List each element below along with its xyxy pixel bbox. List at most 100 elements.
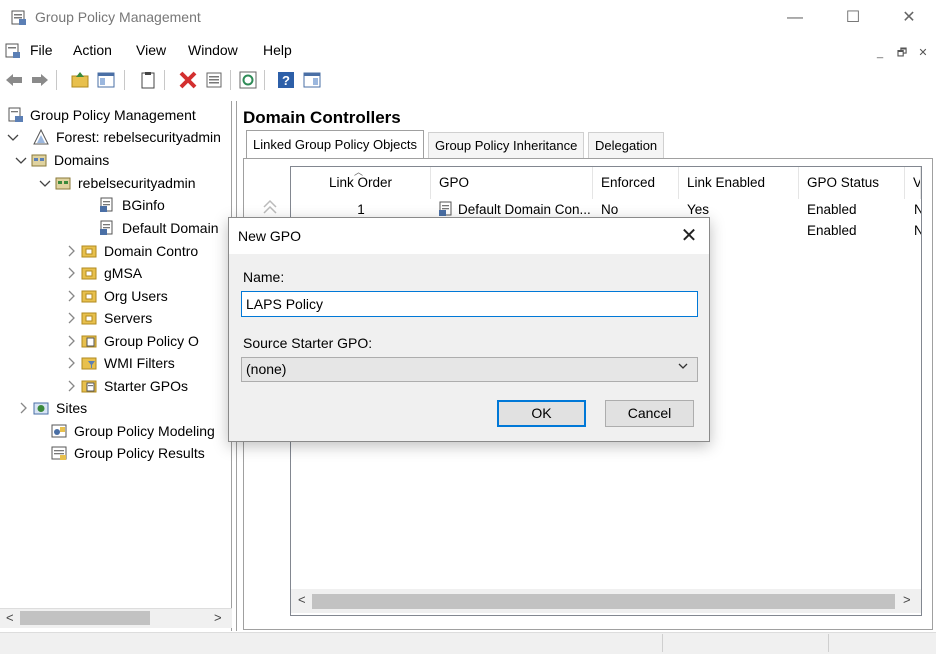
chevron-right-icon[interactable] — [16, 401, 30, 415]
tree-item-domain-contro[interactable]: Domain Contro — [0, 240, 230, 262]
help-icon[interactable]: ? — [276, 70, 296, 90]
svg-text:?: ? — [282, 73, 290, 88]
tree-scroll-right-button[interactable]: > — [214, 610, 222, 625]
tree-item-gmsa[interactable]: gMSA — [0, 262, 230, 284]
menu-help[interactable]: Help — [263, 42, 292, 58]
move-link-up-icon[interactable] — [260, 197, 280, 219]
chevron-right-icon[interactable] — [64, 266, 78, 280]
minimize-button[interactable]: — — [772, 0, 818, 36]
column-header-link-enabled[interactable]: Link Enabled — [679, 167, 799, 199]
chevron-down-icon[interactable] — [14, 153, 28, 167]
back-arrow-icon[interactable] — [4, 70, 24, 90]
list-scroll-thumb[interactable] — [312, 594, 895, 609]
tree-item-label: Group Policy Management — [30, 107, 196, 123]
column-header-gpo[interactable]: GPO — [431, 167, 593, 199]
column-header-wmi-filter[interactable]: V — [905, 167, 921, 199]
status-bar — [0, 632, 936, 654]
sort-ascending-icon: ︿ — [354, 167, 364, 177]
toolbar-separator — [56, 70, 57, 90]
tab-gp-inheritance[interactable]: Group Policy Inheritance — [428, 132, 585, 158]
sites-icon — [33, 402, 49, 415]
forward-arrow-icon[interactable] — [30, 70, 50, 90]
tab-delegation[interactable]: Delegation — [588, 132, 665, 158]
list-scroll-left-button[interactable]: < — [298, 592, 306, 607]
mdi-restore-button[interactable]: 🗗 — [893, 44, 911, 62]
chevron-right-icon[interactable] — [64, 356, 78, 370]
name-label: Name: — [243, 269, 285, 285]
results-icon — [51, 446, 67, 460]
chevron-down-icon[interactable] — [6, 130, 20, 144]
chevron-right-icon[interactable] — [64, 334, 78, 348]
dialog-title: New GPO — [238, 228, 302, 244]
chevron-right-icon[interactable] — [64, 379, 78, 393]
column-header-gpo-status[interactable]: GPO Status — [799, 167, 905, 199]
chevron-down-icon[interactable] — [38, 176, 52, 190]
column-header-enforced[interactable]: Enforced — [593, 167, 679, 199]
gpo-folder-icon — [81, 335, 97, 348]
cell-wmi-filter: N — [914, 223, 921, 238]
tree-item-default-domain[interactable]: Default Domain — [0, 217, 230, 239]
source-starter-gpo-select[interactable]: (none) — [241, 357, 698, 382]
gpm-icon — [8, 107, 23, 122]
mdi-window-icon[interactable] — [4, 42, 22, 60]
tree-item-group-policy-management[interactable]: Group Policy Management — [0, 104, 230, 126]
tree-item-label: gMSA — [104, 265, 143, 281]
cell-wmi-filter: N — [914, 202, 921, 217]
tree-item-starter-gpos[interactable]: Starter GPOs — [0, 375, 230, 397]
tree-item-group-policy-o[interactable]: Group Policy O — [0, 330, 230, 352]
list-scroll-right-button[interactable]: > — [903, 592, 911, 607]
chevron-down-icon — [678, 363, 688, 369]
tree-item-servers[interactable]: Servers — [0, 307, 230, 329]
mdi-close-button[interactable]: ✕ — [914, 44, 932, 62]
tree-item-forest-rebelsecurityadmin[interactable]: Forest: rebelsecurityadmin — [0, 126, 230, 148]
menu-window[interactable]: Window — [188, 42, 238, 58]
show-hide-tree-icon[interactable] — [96, 70, 116, 90]
cell-gpo-status: Enabled — [807, 202, 857, 217]
tree-item-group-policy-results[interactable]: Group Policy Results — [0, 442, 230, 464]
wmi-filter-icon — [81, 357, 97, 370]
chevron-right-icon[interactable] — [64, 244, 78, 258]
status-separator — [828, 634, 829, 652]
clipboard-icon[interactable] — [138, 70, 158, 90]
tree-item-label: Servers — [104, 310, 153, 326]
tree-item-domains[interactable]: Domains — [0, 149, 230, 171]
tree-scroll-left-button[interactable]: < — [6, 610, 14, 625]
tree-item-label: Org Users — [104, 288, 168, 304]
tree-item-label: BGinfo — [122, 197, 165, 213]
close-button[interactable]: ✕ — [886, 0, 932, 36]
gpo-link-icon — [100, 197, 113, 212]
menu-file[interactable]: File — [30, 42, 53, 58]
properties-icon[interactable] — [204, 70, 224, 90]
up-folder-icon[interactable] — [70, 70, 90, 90]
menu-view[interactable]: View — [136, 42, 166, 58]
cancel-button[interactable]: Cancel — [605, 400, 694, 427]
toolbar-separator — [230, 70, 231, 90]
chevron-right-icon[interactable] — [64, 289, 78, 303]
tree-item-label: Forest: rebelsecurityadmin — [56, 129, 221, 145]
tab-linked-gpos[interactable]: Linked Group Policy Objects — [246, 130, 425, 160]
refresh-icon[interactable] — [238, 70, 258, 90]
tree-item-sites[interactable]: Sites — [0, 397, 230, 419]
gpm-app-icon — [11, 10, 26, 25]
tree-item-rebelsecurityadmin[interactable]: rebelsecurityadmin — [0, 172, 230, 194]
gpo-name-input[interactable] — [241, 291, 698, 317]
menu-action[interactable]: Action — [73, 42, 112, 58]
tree-item-group-policy-modeling[interactable]: Group Policy Modeling — [0, 420, 230, 442]
selected-option: (none) — [246, 361, 287, 377]
ou-icon — [81, 245, 97, 258]
starter-gpo-icon — [81, 380, 97, 393]
tree-item-label: Domain Contro — [104, 243, 199, 259]
tree-scroll-thumb[interactable] — [20, 611, 150, 625]
tree-item-org-users[interactable]: Org Users — [0, 285, 230, 307]
cell-gpo-status: Enabled — [807, 223, 857, 238]
tree-item-bginfo[interactable]: BGinfo — [0, 194, 230, 216]
ok-button[interactable]: OK — [497, 400, 586, 427]
tree-item-wmi-filters[interactable]: WMI Filters — [0, 352, 230, 374]
pane-icon[interactable] — [302, 70, 322, 90]
mdi-minimize-button[interactable]: _ — [871, 44, 889, 62]
dialog-close-button[interactable]: ✕ — [676, 221, 702, 251]
maximize-button[interactable]: ☐ — [830, 0, 876, 36]
ou-icon — [81, 312, 97, 325]
chevron-right-icon[interactable] — [64, 311, 78, 325]
delete-icon[interactable] — [178, 70, 198, 90]
